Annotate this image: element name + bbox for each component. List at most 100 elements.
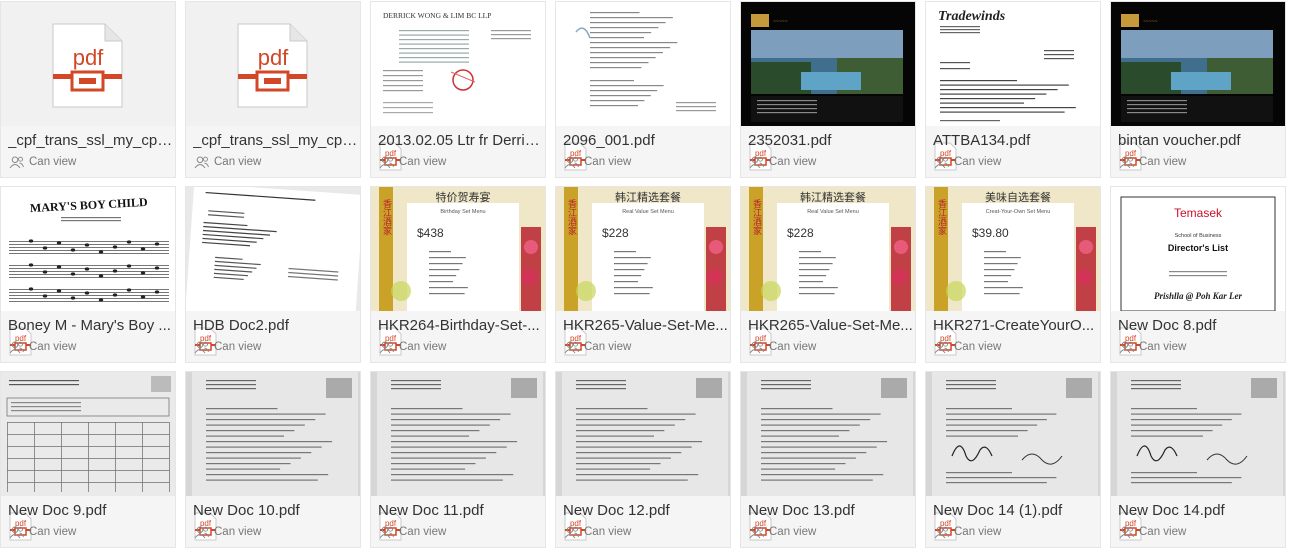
permission-status: Can view xyxy=(564,339,631,355)
file-tile[interactable]: ~~~~~ pdf bintan voucher.pdf Can view xyxy=(1110,1,1286,178)
file-tile[interactable]: pdf New Doc 10.pdf Can view xyxy=(185,371,361,548)
file-name[interactable]: Boney M - Mary's Boy ... xyxy=(8,317,173,334)
file-tile[interactable]: 香江酒家 特价贺寿宴 Birthday Set Menu $438 pdf HK… xyxy=(370,186,546,363)
svg-text:香江酒家: 香江酒家 xyxy=(381,199,392,235)
file-tile[interactable]: pdf New Doc 12.pdf Can view xyxy=(555,371,731,548)
svg-text:美味自选套餐: 美味自选套餐 xyxy=(985,190,1051,204)
file-tile[interactable]: MARY'S BOY CHILD pdf Boney M - Mary's Bo… xyxy=(0,186,176,363)
svg-text:$39.80: $39.80 xyxy=(972,226,1009,240)
file-name[interactable]: 2096_001.pdf xyxy=(563,132,728,149)
file-tile[interactable]: pdf 2096_001.pdf Can view xyxy=(555,1,731,178)
svg-text:Real Value Set Menu: Real Value Set Menu xyxy=(622,209,674,215)
permission-status: Can view xyxy=(379,339,446,355)
file-name[interactable]: 2013.02.05 Ltr fr Derric... xyxy=(378,132,543,149)
permission-label: Can view xyxy=(584,526,632,538)
people-icon xyxy=(564,341,579,354)
file-name[interactable]: New Doc 14.pdf xyxy=(1118,502,1283,519)
file-name[interactable]: HKR265-Value-Set-Me... xyxy=(748,317,913,334)
file-name[interactable]: HDB Doc2.pdf xyxy=(193,317,358,334)
permission-label: Can view xyxy=(954,341,1002,353)
file-name[interactable]: 2352031.pdf xyxy=(748,132,913,149)
file-name[interactable]: _cpf_trans_ssl_my_cpf_... xyxy=(8,132,173,149)
file-name[interactable]: HKR264-Birthday-Set-... xyxy=(378,317,543,334)
file-thumbnail xyxy=(556,2,730,126)
file-name[interactable]: HKR265-Value-Set-Me... xyxy=(563,317,728,334)
people-icon xyxy=(934,341,949,354)
permission-label: Can view xyxy=(954,526,1002,538)
people-icon xyxy=(1119,341,1134,354)
file-tile[interactable]: DERRICK WONG & LIM BC LLP pdf 2013.02.05… xyxy=(370,1,546,178)
file-tile[interactable]: Tradewinds pdf ATTBA134.pdf Can view xyxy=(925,1,1101,178)
svg-text:香江酒家: 香江酒家 xyxy=(936,199,947,235)
permission-label: Can view xyxy=(29,341,77,353)
file-thumbnail xyxy=(926,372,1100,496)
permission-status: Can view xyxy=(194,339,261,355)
people-icon xyxy=(1119,526,1134,539)
file-name[interactable]: New Doc 11.pdf xyxy=(378,502,543,519)
file-name[interactable]: _cpf_trans_ssl_my_cpf_... xyxy=(193,132,358,149)
file-tile[interactable]: pdf HDB Doc2.pdf Can view xyxy=(185,186,361,363)
file-tile[interactable]: ~~~~~ pdf 2352031.pdf Can view xyxy=(740,1,916,178)
svg-text:Real Value Set Menu: Real Value Set Menu xyxy=(807,209,859,215)
permission-status: Can view xyxy=(9,524,76,540)
file-tile[interactable]: pdf _cpf_trans_ssl_my_cpf_... Can view xyxy=(185,1,361,178)
file-tile[interactable]: 香江酒家 韩江精选套餐 Real Value Set Menu $228 pdf… xyxy=(555,186,731,363)
file-tile[interactable]: 香江酒家 韩江精选套餐 Real Value Set Menu $228 pdf… xyxy=(740,186,916,363)
file-name[interactable]: New Doc 12.pdf xyxy=(563,502,728,519)
file-thumbnail: MARY'S BOY CHILD xyxy=(1,187,175,311)
permission-label: Can view xyxy=(399,341,447,353)
file-thumbnail xyxy=(1111,372,1285,496)
permission-label: Can view xyxy=(1139,156,1187,168)
svg-text:香江酒家: 香江酒家 xyxy=(566,199,577,235)
file-tile[interactable]: 香江酒家 美味自选套餐 Creat-Your-Own Set Menu $39.… xyxy=(925,186,1101,363)
permission-status: Can view xyxy=(749,154,816,170)
people-icon xyxy=(9,526,24,539)
people-icon xyxy=(1119,156,1134,169)
file-tile[interactable]: pdf _cpf_trans_ssl_my_cpf_... Can view xyxy=(0,1,176,178)
permission-label: Can view xyxy=(1139,526,1187,538)
file-tile[interactable]: pdf New Doc 11.pdf Can view xyxy=(370,371,546,548)
file-thumbnail: ~~~~~ xyxy=(741,2,915,126)
file-tile[interactable]: pdf New Doc 9.pdf Can view xyxy=(0,371,176,548)
people-icon xyxy=(564,156,579,169)
file-name[interactable]: New Doc 9.pdf xyxy=(8,502,173,519)
permission-status: Can view xyxy=(194,154,261,170)
file-name[interactable]: New Doc 10.pdf xyxy=(193,502,358,519)
permission-status: Can view xyxy=(379,524,446,540)
file-name[interactable]: ATTBA134.pdf xyxy=(933,132,1098,149)
people-icon xyxy=(379,156,394,169)
file-tile[interactable]: Temasek School of Business Director's Li… xyxy=(1110,186,1286,363)
file-tile[interactable]: pdf New Doc 14.pdf Can view xyxy=(1110,371,1286,548)
people-icon xyxy=(9,156,24,169)
permission-status: Can view xyxy=(194,524,261,540)
pdf-file-icon: pdf xyxy=(1,2,175,126)
svg-text:$228: $228 xyxy=(602,226,629,240)
file-name[interactable]: HKR271-CreateYourO... xyxy=(933,317,1098,334)
svg-text:Temasek: Temasek xyxy=(1174,206,1223,220)
people-icon xyxy=(194,341,209,354)
file-tile[interactable]: pdf New Doc 14 (1).pdf Can view xyxy=(925,371,1101,548)
permission-label: Can view xyxy=(954,156,1002,168)
people-icon xyxy=(379,526,394,539)
file-thumbnail: 香江酒家 特价贺寿宴 Birthday Set Menu $438 xyxy=(371,187,545,311)
file-thumbnail xyxy=(186,372,360,496)
file-thumbnail: Tradewinds xyxy=(926,2,1100,126)
permission-status: Can view xyxy=(379,154,446,170)
pdf-file-icon: pdf xyxy=(186,2,360,126)
permission-label: Can view xyxy=(1139,341,1187,353)
svg-text:Birthday Set Menu: Birthday Set Menu xyxy=(440,209,485,215)
svg-text:韩江精选套餐: 韩江精选套餐 xyxy=(800,190,866,204)
permission-status: Can view xyxy=(934,524,1001,540)
people-icon xyxy=(194,156,209,169)
file-name[interactable]: New Doc 13.pdf xyxy=(748,502,913,519)
svg-text:特价贺寿宴: 特价贺寿宴 xyxy=(436,190,491,204)
file-tile[interactable]: pdf New Doc 13.pdf Can view xyxy=(740,371,916,548)
file-name[interactable]: New Doc 8.pdf xyxy=(1118,317,1283,334)
permission-status: Can view xyxy=(934,339,1001,355)
permission-label: Can view xyxy=(584,341,632,353)
svg-text:DERRICK WONG & LIM BC LLP: DERRICK WONG & LIM BC LLP xyxy=(383,11,491,20)
file-name[interactable]: New Doc 14 (1).pdf xyxy=(933,502,1098,519)
file-thumbnail: DERRICK WONG & LIM BC LLP xyxy=(371,2,545,126)
file-name[interactable]: bintan voucher.pdf xyxy=(1118,132,1283,149)
people-icon xyxy=(749,526,764,539)
